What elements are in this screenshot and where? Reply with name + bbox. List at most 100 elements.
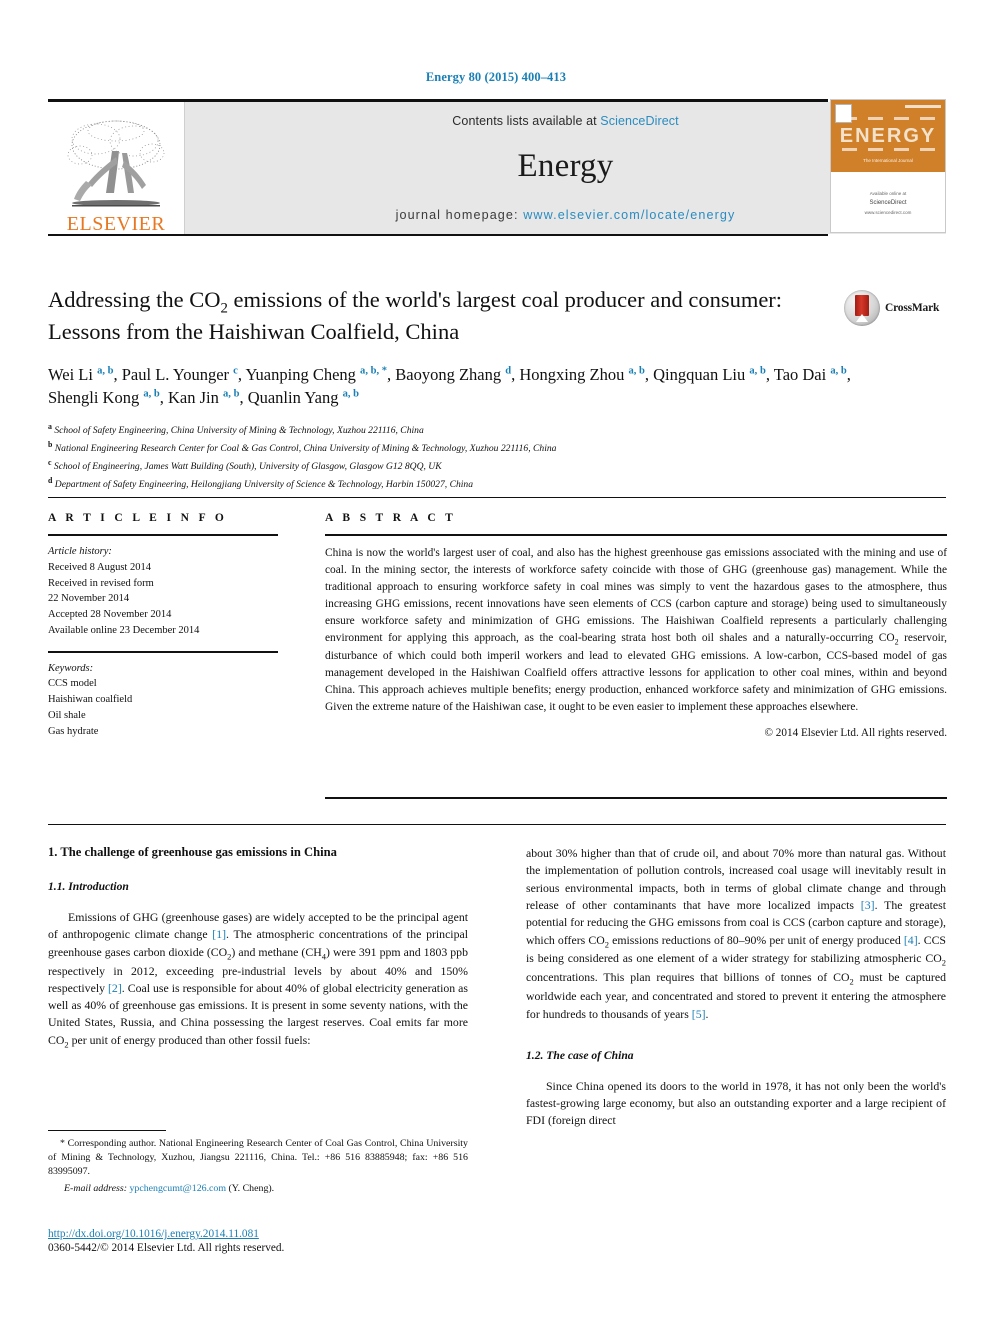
author-affiliation-mark[interactable]: a, b, * xyxy=(360,365,387,376)
crossmark-badge[interactable]: CrossMark xyxy=(844,286,948,330)
abstract-heading: A B S T R A C T xyxy=(325,512,457,524)
author-name[interactable]: Baoyong Zhang xyxy=(395,365,505,384)
keyword-item[interactable]: Haishiwan coalfield xyxy=(48,692,278,708)
citation-ref-4[interactable]: [4] xyxy=(904,933,918,947)
affiliation-mark: b xyxy=(48,440,53,450)
article-history-label: Article history: xyxy=(48,546,112,557)
abstract-text: China is now the world's largest user of… xyxy=(325,545,947,716)
abstract-copyright: © 2014 Elsevier Ltd. All rights reserved… xyxy=(764,727,948,740)
keyword-item[interactable]: Oil shale xyxy=(48,708,278,724)
article-history-item: Available online 23 December 2014 xyxy=(48,624,200,636)
author-affiliation-mark[interactable]: a, b xyxy=(628,365,644,376)
subsection-heading-1-1: 1.1. Introduction xyxy=(48,880,129,893)
para-text-f: per unit of energy produced than other f… xyxy=(68,1032,311,1047)
keywords-label: Keywords: xyxy=(48,662,94,674)
para-r-text-c: emissions reductions of 80–90% per unit … xyxy=(608,932,904,947)
cover-sciencedirect-block: Available online at ScienceDirect www.sc… xyxy=(831,190,945,218)
author-name[interactable]: Paul L. Younger xyxy=(122,365,233,384)
article-info-heading: A R T I C L E I N F O xyxy=(48,512,228,524)
paragraph-case-of-china: Since China opened its doors to the worl… xyxy=(526,1078,946,1128)
cover-header-rule xyxy=(905,105,941,108)
author-affiliation-mark[interactable]: a, b xyxy=(223,388,239,399)
journal-homepage-link[interactable]: www.elsevier.com/locate/energy xyxy=(523,208,735,222)
author-name[interactable]: Tao Dai xyxy=(774,365,831,384)
abstract-rule xyxy=(325,534,947,536)
cover-sciencedirect-url: www.sciencedirect.com xyxy=(864,210,912,216)
para-r-text-g: . xyxy=(705,1006,709,1021)
para-text-c: ) and methane (CH xyxy=(231,944,322,959)
affiliation-item: d Department of Safety Engineering, Heil… xyxy=(48,475,474,490)
affiliation-item: c School of Engineering, James Watt Buil… xyxy=(48,457,442,473)
subsection-heading-1-2: 1.2. The case of China xyxy=(526,1048,634,1062)
crossmark-label: CrossMark xyxy=(885,302,940,314)
sciencedirect-link[interactable]: ScienceDirect xyxy=(600,114,678,128)
cover-available-label: Available online at xyxy=(869,190,907,196)
journal-masthead: ELSEVIER Contents lists available at Sci… xyxy=(48,99,946,236)
cover-top-band: ENERGY The International Journal xyxy=(831,100,945,172)
para-r-sub-2: 2 xyxy=(941,957,946,968)
cover-subtitle: The International Journal xyxy=(863,158,913,163)
article-history-item: Received 8 August 2014 xyxy=(48,561,151,573)
author-name[interactable]: Shengli Kong xyxy=(48,388,143,407)
doi-block: http://dx.doi.org/10.1016/j.energy.2014.… xyxy=(48,1228,478,1254)
paragraph-intro: Emissions of GHG (greenhouse gases) are … xyxy=(48,909,468,1051)
cover-journal-title: ENERGY xyxy=(839,125,937,147)
author-affiliation-mark[interactable]: d xyxy=(505,365,511,376)
journal-article-first-page: Energy 80 (2015) 400–413 ELSEVIER Conten… xyxy=(0,0,992,1323)
email-label: E-mail address: xyxy=(64,1183,127,1195)
author-affiliation-mark[interactable]: c xyxy=(233,365,238,376)
body-top-rule xyxy=(48,824,946,825)
author-affiliation-mark[interactable]: a, b xyxy=(830,365,846,376)
author-name[interactable]: Wei Li xyxy=(48,365,97,384)
author-name[interactable]: Hongxing Zhou xyxy=(519,365,628,384)
abstract-bottom-rule xyxy=(325,797,947,799)
affiliation-mark: c xyxy=(48,457,52,467)
cover-sciencedirect-brand: ScienceDirect xyxy=(869,200,907,207)
corresponding-author-note: * Corresponding author. National Enginee… xyxy=(48,1137,468,1179)
section-heading-1: 1. The challenge of greenhouse gas emiss… xyxy=(48,845,337,859)
keyword-item[interactable]: Gas hydrate xyxy=(48,724,278,740)
affiliation-mark: d xyxy=(48,475,53,485)
citation-ref-5[interactable]: [5] xyxy=(692,1007,706,1021)
corresponding-author-text: Corresponding author. National Engineeri… xyxy=(48,1138,468,1178)
author-affiliation-mark[interactable]: a, b xyxy=(97,365,113,376)
keyword-item[interactable]: CCS model xyxy=(48,676,278,692)
masthead-bottom-rule xyxy=(48,234,828,236)
author-name[interactable]: Qingquan Liu xyxy=(653,365,749,384)
article-info-panel: A R T I C L E I N F O Article history: R… xyxy=(48,512,278,739)
footnote-rule xyxy=(48,1130,166,1131)
title-subscript: 2 xyxy=(220,300,228,317)
article-history-item: 22 November 2014 xyxy=(48,593,130,605)
crossmark-icon xyxy=(844,290,880,326)
body-columns: 1. The challenge of greenhouse gas emiss… xyxy=(48,845,946,1132)
citation-ref-2[interactable]: [2] xyxy=(108,981,122,995)
title-part-2: emissions of the world's largest coal pr… xyxy=(227,287,645,312)
doi-link[interactable]: http://dx.doi.org/10.1016/j.energy.2014.… xyxy=(48,1228,478,1240)
author-affiliation-mark[interactable]: a, b xyxy=(143,388,159,399)
issn-copyright-line: 0360-5442/© 2014 Elsevier Ltd. All right… xyxy=(48,1242,285,1254)
author-name[interactable]: Kan Jin xyxy=(168,388,223,407)
keywords-rule xyxy=(48,650,278,653)
page-title: Addressing the CO2 emissions of the worl… xyxy=(48,286,788,347)
journal-title: Energy xyxy=(517,148,614,184)
paragraph-intro-continued: about 30% higher than that of crude oil,… xyxy=(526,845,946,1023)
author-affiliation-mark[interactable]: a, b xyxy=(343,388,359,399)
para-r-text-e: concentrations. This plan requires that … xyxy=(526,970,850,985)
elsevier-tree-icon xyxy=(67,120,165,207)
body-column-right: about 30% higher than that of crude oil,… xyxy=(526,845,946,1132)
citation-ref-1[interactable]: [1] xyxy=(212,927,226,941)
affiliation-item: a School of Safety Engineering, China Un… xyxy=(48,422,424,437)
email-note: E-mail address: ypchengcumt@126.com (Y. … xyxy=(48,1182,468,1196)
citation-ref-3[interactable]: [3] xyxy=(861,898,875,912)
author-name[interactable]: Yuanping Cheng xyxy=(245,365,360,384)
elsevier-logo: ELSEVIER xyxy=(48,102,184,234)
email-link[interactable]: ypchengcumt@126.com xyxy=(129,1183,226,1194)
author-name[interactable]: Quanlin Yang xyxy=(248,388,343,407)
email-suffix: (Y. Cheng). xyxy=(226,1183,275,1195)
keywords-list: CCS model Haishiwan coalfield Oil shale Gas… xyxy=(48,676,278,739)
author-list: Wei Li a, b, Paul L. Younger c, Yuanping… xyxy=(48,364,851,407)
body-column-left: 1. The challenge of greenhouse gas emiss… xyxy=(48,845,468,1132)
author-affiliation-mark[interactable]: a, b xyxy=(749,365,765,376)
info-top-rule xyxy=(48,497,946,498)
abstract-part-2: reservoir, disturbance of which could bo… xyxy=(325,631,947,714)
